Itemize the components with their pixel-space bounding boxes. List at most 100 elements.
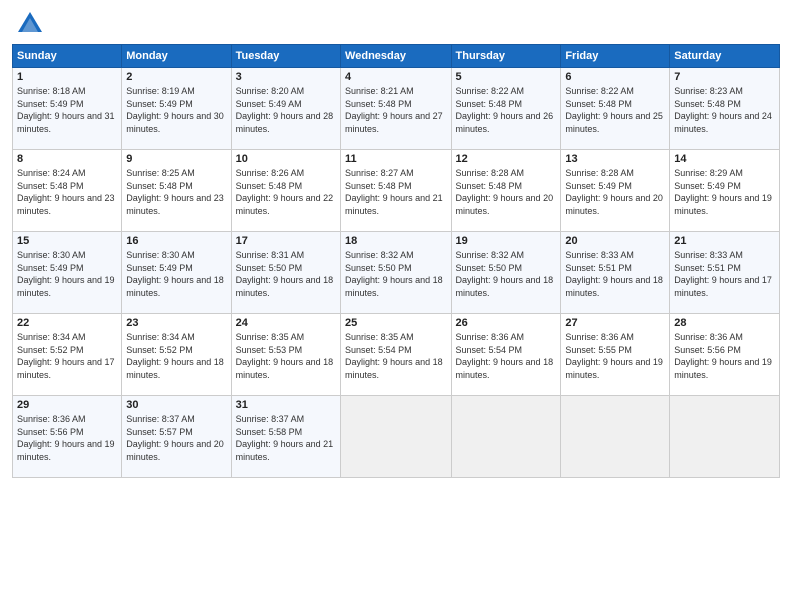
table-row: 14 Sunrise: 8:29 AMSunset: 5:49 PMDaylig… — [670, 150, 780, 232]
day-number: 18 — [345, 235, 446, 247]
day-number: 23 — [126, 317, 226, 329]
table-row: 12 Sunrise: 8:28 AMSunset: 5:48 PMDaylig… — [451, 150, 561, 232]
day-number: 16 — [126, 235, 226, 247]
day-number: 9 — [126, 153, 226, 165]
day-info: Sunrise: 8:36 AMSunset: 5:54 PMDaylight:… — [456, 331, 557, 381]
day-info: Sunrise: 8:27 AMSunset: 5:48 PMDaylight:… — [345, 167, 446, 217]
day-number: 2 — [126, 71, 226, 83]
day-info: Sunrise: 8:25 AMSunset: 5:48 PMDaylight:… — [126, 167, 226, 217]
day-info: Sunrise: 8:20 AMSunset: 5:49 AMDaylight:… — [236, 85, 336, 135]
logo — [12, 10, 44, 38]
day-info: Sunrise: 8:35 AMSunset: 5:54 PMDaylight:… — [345, 331, 446, 381]
day-info: Sunrise: 8:30 AMSunset: 5:49 PMDaylight:… — [126, 249, 226, 299]
day-info: Sunrise: 8:26 AMSunset: 5:48 PMDaylight:… — [236, 167, 336, 217]
table-row: 1 Sunrise: 8:18 AMSunset: 5:49 PMDayligh… — [13, 68, 122, 150]
calendar-week-5: 29 Sunrise: 8:36 AMSunset: 5:56 PMDaylig… — [13, 396, 780, 478]
day-info: Sunrise: 8:29 AMSunset: 5:49 PMDaylight:… — [674, 167, 775, 217]
table-row: 21 Sunrise: 8:33 AMSunset: 5:51 PMDaylig… — [670, 232, 780, 314]
table-row: 26 Sunrise: 8:36 AMSunset: 5:54 PMDaylig… — [451, 314, 561, 396]
day-info: Sunrise: 8:37 AMSunset: 5:58 PMDaylight:… — [236, 413, 336, 463]
day-number: 15 — [17, 235, 117, 247]
day-info: Sunrise: 8:21 AMSunset: 5:48 PMDaylight:… — [345, 85, 446, 135]
col-thursday: Thursday — [451, 45, 561, 68]
table-row — [561, 396, 670, 478]
calendar: Sunday Monday Tuesday Wednesday Thursday… — [12, 44, 780, 478]
table-row: 19 Sunrise: 8:32 AMSunset: 5:50 PMDaylig… — [451, 232, 561, 314]
table-row: 8 Sunrise: 8:24 AMSunset: 5:48 PMDayligh… — [13, 150, 122, 232]
day-info: Sunrise: 8:23 AMSunset: 5:48 PMDaylight:… — [674, 85, 775, 135]
day-info: Sunrise: 8:33 AMSunset: 5:51 PMDaylight:… — [565, 249, 665, 299]
table-row: 2 Sunrise: 8:19 AMSunset: 5:49 PMDayligh… — [122, 68, 231, 150]
day-number: 28 — [674, 317, 775, 329]
header — [12, 10, 780, 38]
col-wednesday: Wednesday — [341, 45, 451, 68]
logo-icon — [16, 10, 44, 38]
day-number: 22 — [17, 317, 117, 329]
day-info: Sunrise: 8:35 AMSunset: 5:53 PMDaylight:… — [236, 331, 336, 381]
day-number: 11 — [345, 153, 446, 165]
day-number: 8 — [17, 153, 117, 165]
col-friday: Friday — [561, 45, 670, 68]
day-info: Sunrise: 8:24 AMSunset: 5:48 PMDaylight:… — [17, 167, 117, 217]
day-number: 17 — [236, 235, 336, 247]
day-info: Sunrise: 8:34 AMSunset: 5:52 PMDaylight:… — [17, 331, 117, 381]
day-info: Sunrise: 8:36 AMSunset: 5:56 PMDaylight:… — [674, 331, 775, 381]
table-row: 13 Sunrise: 8:28 AMSunset: 5:49 PMDaylig… — [561, 150, 670, 232]
table-row: 24 Sunrise: 8:35 AMSunset: 5:53 PMDaylig… — [231, 314, 340, 396]
col-saturday: Saturday — [670, 45, 780, 68]
calendar-week-1: 1 Sunrise: 8:18 AMSunset: 5:49 PMDayligh… — [13, 68, 780, 150]
day-number: 4 — [345, 71, 446, 83]
table-row: 3 Sunrise: 8:20 AMSunset: 5:49 AMDayligh… — [231, 68, 340, 150]
header-row: Sunday Monday Tuesday Wednesday Thursday… — [13, 45, 780, 68]
calendar-week-4: 22 Sunrise: 8:34 AMSunset: 5:52 PMDaylig… — [13, 314, 780, 396]
calendar-body: 1 Sunrise: 8:18 AMSunset: 5:49 PMDayligh… — [13, 68, 780, 478]
table-row: 9 Sunrise: 8:25 AMSunset: 5:48 PMDayligh… — [122, 150, 231, 232]
day-number: 21 — [674, 235, 775, 247]
day-number: 6 — [565, 71, 665, 83]
table-row: 31 Sunrise: 8:37 AMSunset: 5:58 PMDaylig… — [231, 396, 340, 478]
day-info: Sunrise: 8:22 AMSunset: 5:48 PMDaylight:… — [456, 85, 557, 135]
day-number: 20 — [565, 235, 665, 247]
day-info: Sunrise: 8:28 AMSunset: 5:48 PMDaylight:… — [456, 167, 557, 217]
day-info: Sunrise: 8:28 AMSunset: 5:49 PMDaylight:… — [565, 167, 665, 217]
day-info: Sunrise: 8:22 AMSunset: 5:48 PMDaylight:… — [565, 85, 665, 135]
table-row: 25 Sunrise: 8:35 AMSunset: 5:54 PMDaylig… — [341, 314, 451, 396]
table-row: 10 Sunrise: 8:26 AMSunset: 5:48 PMDaylig… — [231, 150, 340, 232]
table-row — [341, 396, 451, 478]
day-info: Sunrise: 8:36 AMSunset: 5:56 PMDaylight:… — [17, 413, 117, 463]
table-row: 6 Sunrise: 8:22 AMSunset: 5:48 PMDayligh… — [561, 68, 670, 150]
table-row: 4 Sunrise: 8:21 AMSunset: 5:48 PMDayligh… — [341, 68, 451, 150]
col-tuesday: Tuesday — [231, 45, 340, 68]
table-row: 15 Sunrise: 8:30 AMSunset: 5:49 PMDaylig… — [13, 232, 122, 314]
day-number: 14 — [674, 153, 775, 165]
calendar-week-3: 15 Sunrise: 8:30 AMSunset: 5:49 PMDaylig… — [13, 232, 780, 314]
table-row: 17 Sunrise: 8:31 AMSunset: 5:50 PMDaylig… — [231, 232, 340, 314]
table-row: 11 Sunrise: 8:27 AMSunset: 5:48 PMDaylig… — [341, 150, 451, 232]
day-number: 31 — [236, 399, 336, 411]
day-info: Sunrise: 8:18 AMSunset: 5:49 PMDaylight:… — [17, 85, 117, 135]
day-number: 5 — [456, 71, 557, 83]
col-monday: Monday — [122, 45, 231, 68]
day-info: Sunrise: 8:36 AMSunset: 5:55 PMDaylight:… — [565, 331, 665, 381]
day-number: 10 — [236, 153, 336, 165]
table-row — [670, 396, 780, 478]
table-row: 27 Sunrise: 8:36 AMSunset: 5:55 PMDaylig… — [561, 314, 670, 396]
day-number: 1 — [17, 71, 117, 83]
table-row: 29 Sunrise: 8:36 AMSunset: 5:56 PMDaylig… — [13, 396, 122, 478]
day-info: Sunrise: 8:33 AMSunset: 5:51 PMDaylight:… — [674, 249, 775, 299]
day-number: 24 — [236, 317, 336, 329]
day-number: 12 — [456, 153, 557, 165]
day-number: 27 — [565, 317, 665, 329]
table-row: 7 Sunrise: 8:23 AMSunset: 5:48 PMDayligh… — [670, 68, 780, 150]
day-info: Sunrise: 8:30 AMSunset: 5:49 PMDaylight:… — [17, 249, 117, 299]
table-row: 30 Sunrise: 8:37 AMSunset: 5:57 PMDaylig… — [122, 396, 231, 478]
day-info: Sunrise: 8:32 AMSunset: 5:50 PMDaylight:… — [345, 249, 446, 299]
table-row: 23 Sunrise: 8:34 AMSunset: 5:52 PMDaylig… — [122, 314, 231, 396]
day-info: Sunrise: 8:19 AMSunset: 5:49 PMDaylight:… — [126, 85, 226, 135]
day-number: 29 — [17, 399, 117, 411]
day-number: 26 — [456, 317, 557, 329]
table-row: 5 Sunrise: 8:22 AMSunset: 5:48 PMDayligh… — [451, 68, 561, 150]
day-number: 25 — [345, 317, 446, 329]
col-sunday: Sunday — [13, 45, 122, 68]
day-info: Sunrise: 8:37 AMSunset: 5:57 PMDaylight:… — [126, 413, 226, 463]
